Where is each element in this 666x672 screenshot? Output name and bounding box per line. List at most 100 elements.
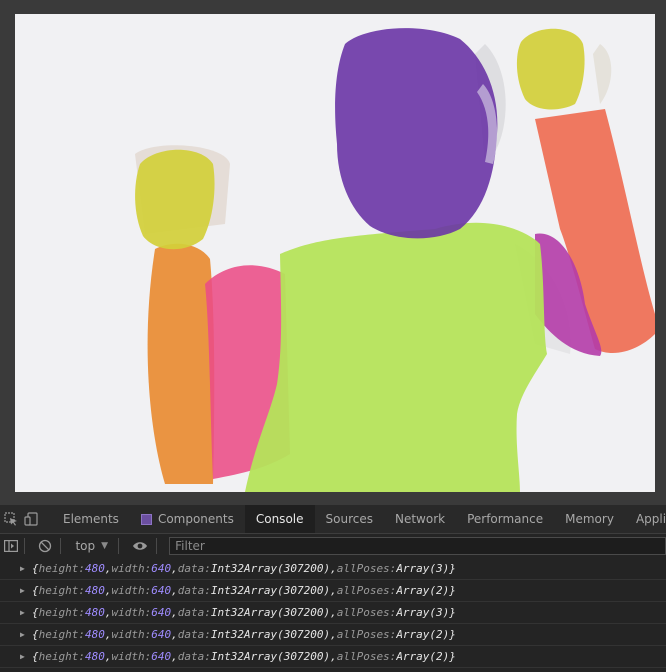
tab-label: Elements xyxy=(63,512,119,526)
punctuation: , xyxy=(171,562,178,575)
expand-triangle-icon: ▶ xyxy=(20,652,25,661)
toolbar-divider xyxy=(60,538,62,554)
object-data: Int32Array(307200) xyxy=(210,606,331,619)
tab-components[interactable]: Components xyxy=(130,505,245,533)
object-width-key: width: xyxy=(111,628,152,641)
object-poses-key: allPoses: xyxy=(336,606,397,619)
tab-label: Components xyxy=(157,512,234,526)
tab-memory[interactable]: Memory xyxy=(554,505,625,533)
object-data-key: data: xyxy=(177,606,211,619)
tab-label: Sources xyxy=(325,512,373,526)
body-segmentation-overlay xyxy=(15,14,655,492)
object-height: 480 xyxy=(84,650,105,663)
object-height: 480 xyxy=(84,628,105,641)
expand-triangle-icon: ▶ xyxy=(20,608,25,617)
tab-sources[interactable]: Sources xyxy=(315,505,384,533)
tab-label: Memory xyxy=(565,512,614,526)
head-segment xyxy=(335,28,498,239)
object-open: { xyxy=(32,628,39,641)
clear-console-icon[interactable] xyxy=(37,538,52,554)
punctuation: , xyxy=(330,650,337,663)
tab-console[interactable]: Console xyxy=(244,505,315,533)
console-message-row[interactable]: ▶ {height: 480, width: 640, data: Int32Ar… xyxy=(0,602,666,624)
object-data: Int32Array(307200) xyxy=(210,562,331,575)
object-poses: Array(2) xyxy=(396,650,450,663)
console-message-row[interactable]: ▶ {height: 480, width: 640, data: Int32Ar… xyxy=(0,580,666,602)
punctuation: , xyxy=(330,606,337,619)
object-height: 480 xyxy=(84,606,105,619)
punctuation: , xyxy=(104,584,112,597)
object-data-key: data: xyxy=(177,584,211,597)
object-height: 480 xyxy=(84,584,105,597)
expand-triangle-icon: ▶ xyxy=(20,564,25,573)
object-poses-key: allPoses: xyxy=(336,628,397,641)
tab-label: Network xyxy=(394,512,446,526)
tab-application[interactable]: Applicatio xyxy=(625,505,666,533)
punctuation: , xyxy=(104,606,112,619)
show-sidebar-icon[interactable] xyxy=(3,538,18,554)
object-width: 640 xyxy=(151,650,172,663)
video-preview-panel xyxy=(0,0,666,505)
object-height-key: height: xyxy=(38,628,85,641)
inspect-element-icon[interactable] xyxy=(4,511,18,527)
object-open: { xyxy=(32,562,39,575)
object-data-key: data: xyxy=(177,562,211,575)
console-message-row[interactable]: ▶ {height: 480, width: 640, data: Int32Ar… xyxy=(0,646,666,668)
object-height-key: height: xyxy=(38,562,85,575)
object-width: 640 xyxy=(151,562,172,575)
punctuation: , xyxy=(171,606,178,619)
object-open: { xyxy=(32,606,39,619)
object-poses: Array(2) xyxy=(396,584,450,597)
right-hand-segment xyxy=(516,28,585,110)
object-width-key: width: xyxy=(111,584,152,597)
object-data-key: data: xyxy=(177,628,211,641)
object-height: 480 xyxy=(84,562,105,575)
object-width: 640 xyxy=(151,628,172,641)
object-width-key: width: xyxy=(111,562,152,575)
object-height-key: height: xyxy=(38,650,85,663)
console-filter-input[interactable] xyxy=(169,537,666,555)
object-poses: Array(3) xyxy=(396,606,450,619)
object-poses-key: allPoses: xyxy=(336,650,397,663)
chevron-down-icon: ▼ xyxy=(101,541,109,551)
object-poses-key: allPoses: xyxy=(336,562,397,575)
execution-context-select[interactable]: top ▼ xyxy=(75,539,108,553)
segmentation-output-canvas xyxy=(15,14,655,492)
console-log: ▶{height: 480, width: 640, data: Int32Ar… xyxy=(0,558,666,672)
live-expression-eye-icon[interactable] xyxy=(131,538,148,554)
tab-elements[interactable]: Elements xyxy=(52,505,130,533)
object-close: } xyxy=(449,584,456,597)
console-message-row[interactable]: ▶ {height: 480, width: 640, data: Int32Ar… xyxy=(0,624,666,646)
torso-segment xyxy=(245,222,547,492)
object-open: { xyxy=(32,584,39,597)
device-toolbar-icon[interactable] xyxy=(24,511,38,527)
punctuation: , xyxy=(171,628,178,641)
tab-performance[interactable]: Performance xyxy=(456,505,554,533)
context-label: top xyxy=(75,539,96,553)
tab-network[interactable]: Network xyxy=(384,505,456,533)
object-poses: Array(2) xyxy=(396,628,450,641)
react-components-icon xyxy=(140,513,152,525)
object-close: } xyxy=(449,650,456,663)
tab-label: Console xyxy=(255,512,304,526)
punctuation: , xyxy=(330,584,337,597)
left-hand-segment xyxy=(135,149,215,250)
object-height-key: height: xyxy=(38,606,85,619)
devtools-tab-bar: Elements Components Console Sources Netw… xyxy=(0,505,666,534)
punctuation: , xyxy=(171,650,178,663)
object-poses: Array(3) xyxy=(396,562,450,575)
object-width-key: width: xyxy=(111,606,152,619)
object-data: Int32Array(307200) xyxy=(210,650,331,663)
console-toolbar: top ▼ xyxy=(0,534,666,559)
toolbar-divider xyxy=(24,538,26,554)
object-data-key: data: xyxy=(177,650,211,663)
object-open: { xyxy=(32,650,39,663)
object-data: Int32Array(307200) xyxy=(210,584,331,597)
object-width-key: width: xyxy=(111,650,152,663)
punctuation: , xyxy=(104,628,112,641)
object-width: 640 xyxy=(151,606,172,619)
object-height-key: height: xyxy=(38,584,85,597)
console-message-row[interactable]: ▶ {height: 480, width: 640, data: Int32Ar… xyxy=(0,558,666,580)
tab-label: Applicatio xyxy=(635,512,666,526)
toolbar-divider xyxy=(156,538,158,554)
